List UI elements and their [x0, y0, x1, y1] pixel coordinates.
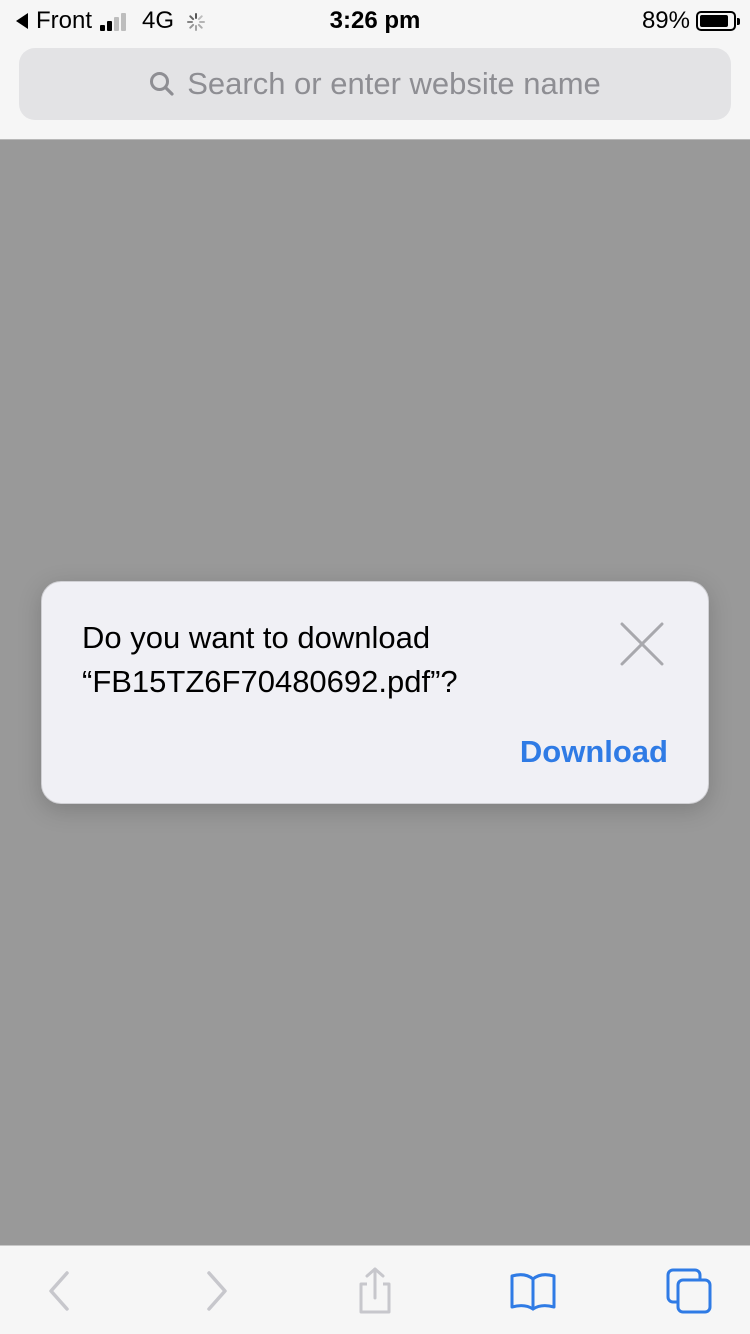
search-icon [149, 71, 175, 97]
close-icon[interactable] [618, 620, 666, 668]
download-message: Do you want to download “FB15TZ6F7048069… [82, 616, 602, 704]
status-bar: Front 4G 3:26 pm 89% [0, 0, 750, 42]
battery-fill [700, 15, 729, 27]
status-right: 89% [641, 7, 740, 35]
search-placeholder: Search or enter website name [187, 66, 601, 101]
tabs-icon[interactable] [661, 1266, 717, 1316]
back-icon[interactable] [32, 1266, 88, 1316]
forward-icon[interactable] [188, 1266, 244, 1316]
browser-top-bar: Front 4G 3:26 pm 89% Search or enter web… [0, 0, 750, 140]
battery-percent: 89% [641, 7, 690, 34]
share-icon[interactable] [347, 1266, 403, 1316]
browser-toolbar [0, 1245, 750, 1334]
bookmarks-icon[interactable] [505, 1266, 561, 1316]
download-dialog: Do you want to download “FB15TZ6F7048069… [41, 581, 709, 804]
download-button[interactable]: Download [520, 734, 668, 770]
status-time: 3:26 pm [329, 7, 421, 34]
battery-nub [737, 18, 740, 25]
download-filename: “FB15TZ6F70480692.pdf”? [82, 664, 458, 699]
download-message-line1: Do you want to download [82, 620, 431, 655]
battery-icon [696, 11, 740, 31]
search-bar[interactable]: Search or enter website name [19, 48, 731, 120]
